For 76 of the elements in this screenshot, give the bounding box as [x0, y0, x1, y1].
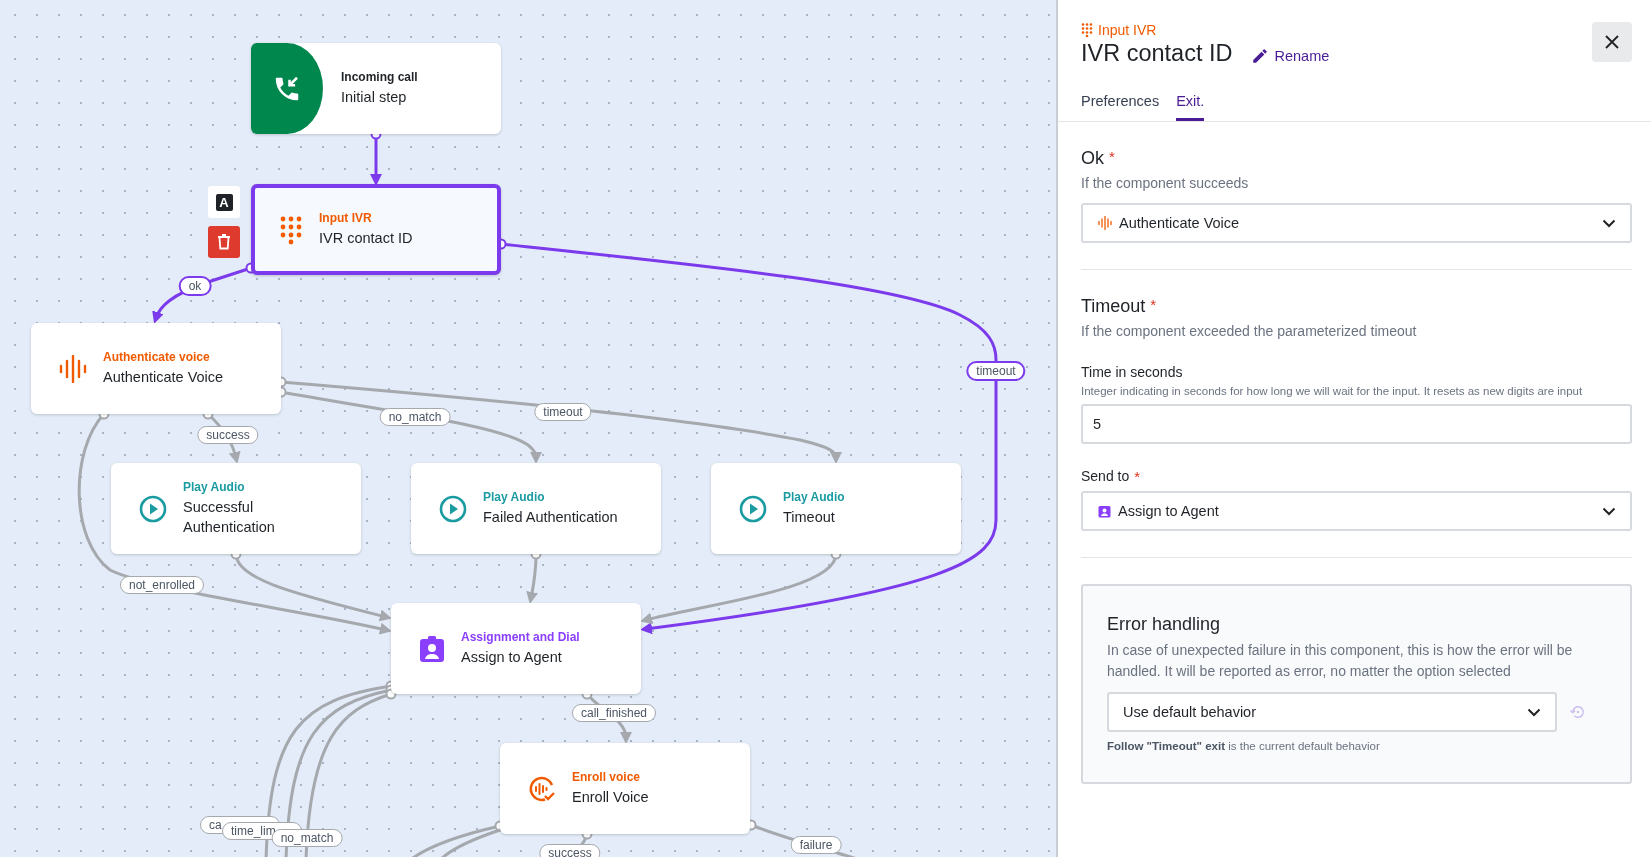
- node-title: Failed Authentication: [483, 508, 618, 527]
- rename-link[interactable]: Rename: [1250, 47, 1330, 65]
- trash-icon: [217, 234, 231, 250]
- node-category: Incoming call: [341, 70, 418, 84]
- node-category: Authenticate voice: [103, 350, 211, 364]
- node-category: Play Audio: [483, 490, 546, 504]
- flow-node[interactable]: Assignment and Dial Assign to Agent: [391, 603, 641, 694]
- waveform-icon: [1098, 216, 1112, 230]
- node-category: Enroll voice: [572, 770, 642, 784]
- node-title: Enroll Voice: [572, 788, 649, 807]
- pencil-icon: [1250, 47, 1269, 65]
- field-label: Time in seconds: [1081, 364, 1184, 380]
- flow-node[interactable]: Enroll voice Enroll Voice: [500, 743, 750, 834]
- section-title: Error handling: [1107, 614, 1222, 635]
- chevron-down-icon: [1602, 218, 1616, 228]
- flow-node[interactable]: Authenticate voice Authenticate Voice: [31, 323, 281, 414]
- default-behavior-note: Follow "Timeout" exit is the current default behavior: [1107, 740, 1381, 752]
- section-title: Ok: [1081, 148, 1104, 169]
- chevron-down-icon: [1527, 707, 1541, 717]
- flow-node[interactable]: Incoming call Initial step: [251, 43, 501, 134]
- section-title: Timeout: [1081, 296, 1146, 317]
- required-mark: *: [1134, 468, 1141, 485]
- exit-select[interactable]: Authenticate Voice: [1081, 203, 1632, 243]
- flow-node[interactable]: Play Audio Timeout: [711, 463, 961, 554]
- time-input-field[interactable]: 5: [1081, 404, 1632, 444]
- edge-label: failure: [790, 836, 842, 854]
- field-help: Integer indicating in seconds for how long we will wait for the input. It resets as new digits are input: [1081, 385, 1584, 397]
- edge-label: not_enrolled: [119, 576, 205, 594]
- close-icon: [1605, 35, 1619, 49]
- node-category: Play Audio: [783, 490, 845, 504]
- required-mark: *: [1150, 296, 1157, 315]
- node-title: Successful Authentication: [183, 498, 276, 537]
- edge-label: ok: [178, 276, 212, 296]
- rename-node-button[interactable]: A: [208, 186, 240, 218]
- node-category: Input IVR: [319, 211, 373, 225]
- play-icon: [739, 494, 767, 523]
- section-description: If the component exceeded the parameterized timeout: [1081, 323, 1418, 339]
- node-title: Timeout: [783, 508, 836, 527]
- node-title: Assign to Agent: [461, 648, 563, 667]
- node-title: Authenticate Voice: [103, 368, 224, 387]
- node-category: Play Audio: [183, 480, 246, 494]
- section-description: In case of unexpected failure in this component, this is how the error will be handled. It will be reported as error, no matter the option selected: [1107, 641, 1574, 681]
- reset-icon: [1569, 703, 1587, 721]
- edge-label: success: [539, 844, 601, 857]
- waveform-icon: [59, 354, 87, 383]
- node-title: Initial step: [341, 88, 408, 107]
- edge-label: timeout: [534, 403, 592, 421]
- node-category: Assignment and Dial: [461, 630, 580, 644]
- flow-node[interactable]: Play Audio Successful Authentication: [111, 463, 361, 554]
- keypad-icon: [279, 214, 303, 245]
- component-type: Input IVR: [1098, 22, 1157, 38]
- phone-incoming-icon: [251, 43, 323, 134]
- node-title: IVR contact ID: [319, 229, 413, 248]
- send-to-select[interactable]: Assign to Agent: [1081, 491, 1632, 531]
- required-mark: *: [1109, 148, 1115, 167]
- edge-label: success: [197, 426, 259, 444]
- play-icon: [439, 494, 467, 523]
- delete-button[interactable]: [208, 226, 240, 258]
- flow-node[interactable]: Input IVR IVR contact ID: [251, 184, 501, 275]
- voice-check-icon: [528, 774, 556, 803]
- section-description: If the component succeeds: [1081, 175, 1250, 191]
- tab[interactable]: Preferences: [1081, 89, 1160, 121]
- keypad-icon: [1081, 22, 1093, 38]
- error-behavior-select[interactable]: Use default behavior: [1107, 692, 1557, 732]
- play-icon: [139, 494, 167, 523]
- field-label: Send to: [1081, 468, 1130, 485]
- component-title: IVR contact ID: [1081, 40, 1233, 67]
- edge-label: call_finished: [572, 704, 656, 722]
- chevron-down-icon: [1602, 506, 1616, 516]
- agent-badge-icon: [1098, 504, 1111, 518]
- flow-node[interactable]: Play Audio Failed Authentication: [411, 463, 661, 554]
- edge-label: no_match: [379, 408, 451, 426]
- agent-badge-icon: [419, 634, 445, 663]
- edge-label: timeout: [966, 361, 1026, 381]
- close-button[interactable]: [1592, 22, 1632, 62]
- tab[interactable]: Exit.: [1176, 89, 1205, 121]
